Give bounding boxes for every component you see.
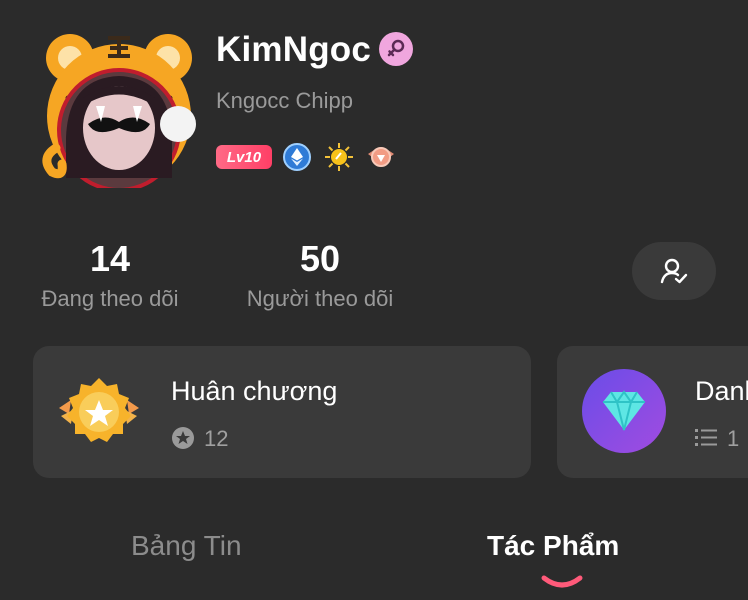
tab-works[interactable]: Tác Phẩm: [487, 530, 619, 562]
medal-icon: [59, 378, 139, 442]
medals-title: Huân chương: [171, 376, 338, 406]
titles-count: 1: [727, 426, 740, 451]
medals-count: 12: [204, 426, 229, 451]
profile-handle: Kngocc Chipp: [216, 88, 353, 113]
sun-badge-icon: [325, 143, 353, 171]
medals-panel[interactable]: Huân chương 12: [33, 346, 531, 478]
following-label[interactable]: Đang theo dõi: [20, 286, 200, 312]
female-icon: [379, 32, 413, 66]
titles-title: Danh: [695, 376, 748, 406]
followers-count[interactable]: 50: [290, 238, 350, 280]
star-circle-icon: [172, 427, 194, 449]
following-count[interactable]: 14: [80, 238, 140, 280]
list-icon: [695, 429, 717, 446]
crest-badge-icon: [368, 147, 394, 167]
titles-panel[interactable]: Danh 1: [557, 346, 748, 478]
diamond-icon: [582, 369, 666, 453]
level-badge: Lv10: [216, 145, 272, 169]
follow-status-button[interactable]: [632, 242, 716, 300]
tab-news-feed[interactable]: Bảng Tin: [131, 530, 242, 562]
profile-display-name: KimNgoc: [216, 30, 372, 69]
user-check-icon: [660, 258, 688, 284]
active-tab-indicator: [541, 575, 583, 588]
ethereum-badge-icon: [283, 143, 311, 171]
avatar[interactable]: [38, 28, 200, 192]
followers-label[interactable]: Người theo dõi: [230, 286, 410, 312]
